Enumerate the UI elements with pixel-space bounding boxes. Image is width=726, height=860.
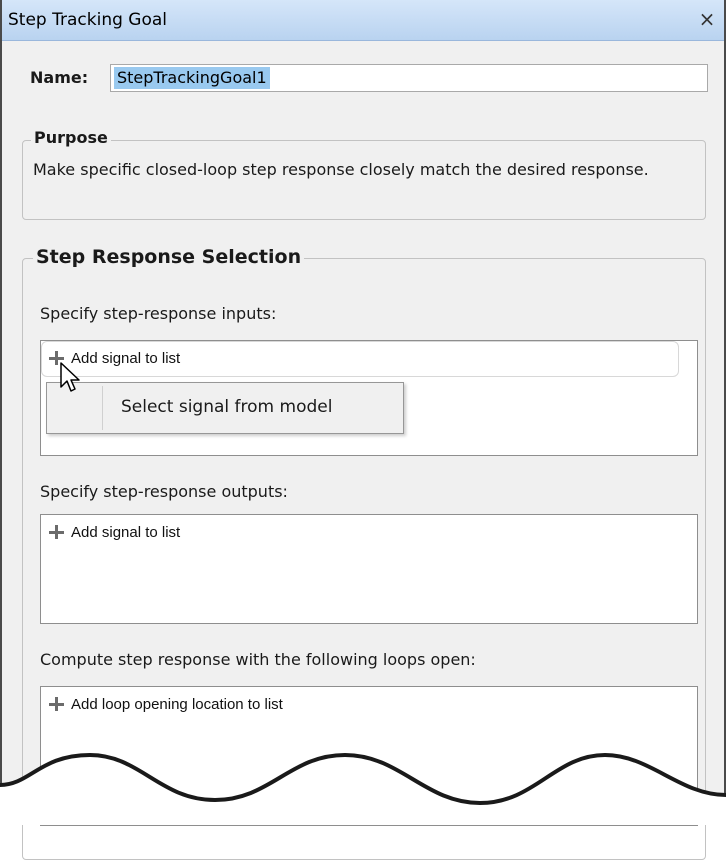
select-signal-from-model-item[interactable]: Select signal from model [121, 397, 332, 417]
title-bar: Step Tracking Goal × [2, 0, 724, 41]
plus-icon [47, 523, 65, 541]
name-label: Name: [30, 68, 89, 87]
outputs-list[interactable]: Add signal to list [40, 514, 698, 624]
purpose-description: Make specific closed-loop step response … [33, 160, 649, 179]
purpose-legend: Purpose [31, 128, 111, 147]
loops-label: Compute step response with the following… [40, 650, 476, 669]
mouse-pointer-icon [60, 362, 80, 392]
add-input-signal-label: Add signal to list [71, 349, 181, 367]
add-loop-opening-button[interactable]: Add loop opening location to list [47, 691, 283, 717]
inputs-label: Specify step-response inputs: [40, 304, 277, 323]
name-input[interactable]: StepTrackingGoal1 [110, 64, 708, 92]
window-title: Step Tracking Goal [8, 10, 168, 30]
menu-icon-gutter [102, 386, 103, 430]
outputs-label: Specify step-response outputs: [40, 482, 288, 501]
name-value: StepTrackingGoal1 [114, 67, 270, 89]
add-loop-opening-label: Add loop opening location to list [71, 695, 283, 713]
add-output-signal-button[interactable]: Add signal to list [47, 519, 180, 545]
context-menu: Select signal from model [46, 382, 404, 434]
torn-edge [0, 752, 726, 825]
purpose-group: Purpose Make specific closed-loop step r… [22, 128, 706, 220]
plus-icon [47, 695, 65, 713]
close-icon[interactable]: × [694, 6, 720, 32]
add-output-signal-label: Add signal to list [71, 523, 181, 541]
step-response-legend: Step Response Selection [33, 246, 305, 268]
